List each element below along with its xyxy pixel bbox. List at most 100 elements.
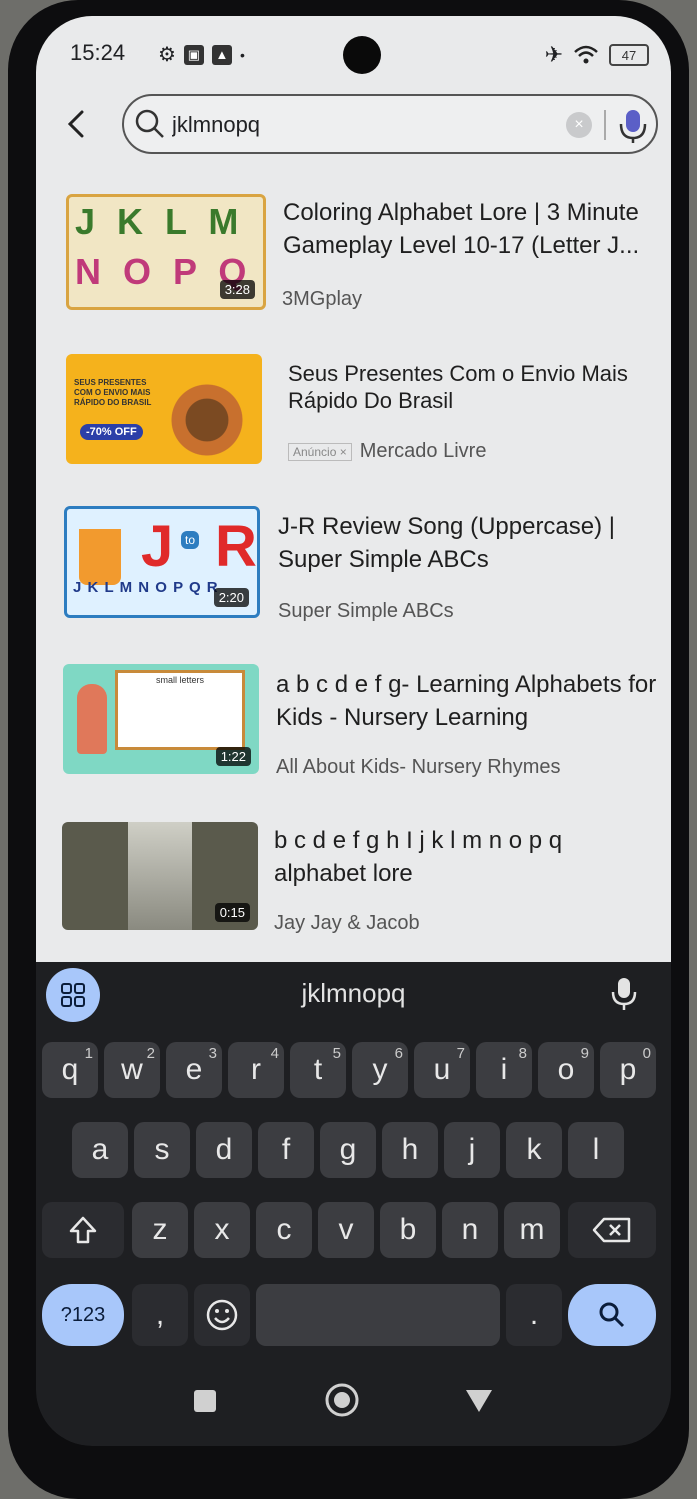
emoji-icon: [206, 1299, 238, 1331]
channel-name[interactable]: 3MGplay: [282, 288, 362, 311]
emoji-key[interactable]: [194, 1284, 250, 1346]
suggestion[interactable]: jklmnopq: [36, 978, 671, 1009]
ad-title[interactable]: Seus Presentes Com o Envio Mais Rápido D…: [288, 360, 671, 414]
home-icon[interactable]: [324, 1382, 360, 1418]
ad-advertiser: Anúncio × Mercado Livre: [288, 440, 486, 463]
thumbnail-letters-top: J K L M: [75, 201, 245, 242]
front-camera: [343, 36, 381, 74]
battery-icon: 47: [609, 44, 649, 66]
key-r[interactable]: r4: [228, 1042, 284, 1098]
thumbnail-to: to: [181, 531, 200, 549]
upload-icon: ▲: [211, 44, 232, 65]
recents-icon[interactable]: [194, 1390, 216, 1412]
ad-thumbnail[interactable]: SEUS PRESENTES COM O ENVIO MAIS RÁPIDO D…: [66, 354, 262, 464]
back-arrow-icon[interactable]: [58, 104, 98, 144]
comma-key[interactable]: ,: [132, 1284, 188, 1346]
status-time: 15:24: [70, 40, 126, 65]
ad-thumbnail-text: SEUS PRESENTES COM O ENVIO MAIS RÁPIDO D…: [74, 378, 152, 407]
juice-glass-image: [79, 529, 121, 585]
video-duration: 1:22: [215, 747, 251, 766]
key-l[interactable]: l: [568, 1122, 624, 1178]
key-j[interactable]: j: [444, 1122, 500, 1178]
screen: 15:24 ⚙ ▣ ▲ • ✈ 47 jklmnopq × J K L M N …: [36, 16, 671, 1446]
airplane-icon: ✈: [544, 42, 563, 67]
key-e[interactable]: e3: [166, 1042, 222, 1098]
backspace-key[interactable]: [568, 1202, 656, 1258]
key-b[interactable]: b: [380, 1202, 436, 1258]
status-right: ✈ 47: [545, 42, 649, 68]
space-key[interactable]: [256, 1284, 500, 1346]
wifi-icon: [574, 45, 598, 64]
search-icon: [599, 1302, 625, 1328]
search-input[interactable]: [170, 106, 554, 144]
teacher-image: [77, 684, 107, 754]
video-thumbnail[interactable]: 0:15: [62, 822, 258, 930]
period-key[interactable]: .: [506, 1284, 562, 1346]
key-a[interactable]: a: [72, 1122, 128, 1178]
backspace-icon: [592, 1217, 631, 1243]
video-thumbnail[interactable]: J to R J K L M N O P Q R 2:20: [64, 506, 260, 618]
ad-thumbnail-discount: -70% OFF: [80, 424, 143, 440]
phone-frame: 15:24 ⚙ ▣ ▲ • ✈ 47 jklmnopq × J K L M N …: [8, 0, 689, 1499]
video-title[interactable]: Coloring Alphabet Lore | 3 Minute Gamepl…: [283, 196, 668, 262]
key-n[interactable]: n: [442, 1202, 498, 1258]
channel-name[interactable]: Jay Jay & Jacob: [274, 912, 420, 935]
key-v[interactable]: v: [318, 1202, 374, 1258]
back-icon[interactable]: [464, 1388, 494, 1414]
channel-name[interactable]: Super Simple ABCs: [278, 600, 454, 623]
keyboard: jklmnopq q1 w2 e3 r4 t5 y6 u7 i8 o9 p0 a…: [36, 962, 671, 1446]
thumbnail-video-frame: [128, 822, 192, 930]
key-c[interactable]: c: [256, 1202, 312, 1258]
video-title[interactable]: J-R Review Song (Uppercase) | Super Simp…: [278, 510, 663, 576]
key-u[interactable]: u7: [414, 1042, 470, 1098]
key-s[interactable]: s: [134, 1122, 190, 1178]
key-f[interactable]: f: [258, 1122, 314, 1178]
advertiser-name[interactable]: Mercado Livre: [360, 440, 487, 462]
channel-name[interactable]: All About Kids- Nursery Rhymes: [276, 756, 561, 779]
keyboard-toolbar: jklmnopq: [36, 962, 671, 1026]
navigation-bar: [36, 1370, 671, 1440]
ad-badge[interactable]: Anúncio ×: [288, 442, 352, 461]
status-icons: ⚙ ▣ ▲ •: [158, 42, 245, 67]
gear-icon: ⚙: [158, 44, 176, 66]
key-z[interactable]: z: [132, 1202, 188, 1258]
thumbnail-big-letter-2: R: [215, 514, 257, 579]
key-d[interactable]: d: [196, 1122, 252, 1178]
thumbnail-board-title: small letters: [155, 675, 204, 685]
video-title[interactable]: b c d e f g h I j k l m n o p q alphabet…: [274, 824, 659, 890]
key-w[interactable]: w2: [104, 1042, 160, 1098]
microphone-icon[interactable]: [610, 976, 638, 1012]
youtube-search-results: 15:24 ⚙ ▣ ▲ • ✈ 47 jklmnopq × J K L M N …: [36, 16, 671, 962]
gift-pile-image: [162, 366, 252, 456]
key-t[interactable]: t5: [290, 1042, 346, 1098]
voice-search-icon[interactable]: [616, 106, 650, 144]
video-duration: 0:15: [214, 903, 250, 922]
key-h[interactable]: h: [382, 1122, 438, 1178]
video-duration: 3:28: [219, 280, 255, 299]
video-title[interactable]: a b c d e f g- Learning Alphabets for Ki…: [276, 668, 661, 734]
key-m[interactable]: m: [504, 1202, 560, 1258]
gallery-icon: ▣: [183, 44, 204, 65]
key-q[interactable]: q1: [42, 1042, 98, 1098]
divider: [604, 110, 606, 140]
dot-icon: •: [239, 46, 245, 63]
video-thumbnail[interactable]: small letters 1:22: [63, 664, 259, 774]
key-k[interactable]: k: [506, 1122, 562, 1178]
shift-key[interactable]: [42, 1202, 124, 1258]
thumbnail-letter-row: J K L M N O P Q R: [73, 579, 219, 596]
key-p[interactable]: p0: [600, 1042, 656, 1098]
shift-icon: [69, 1216, 97, 1244]
thumbnail-big-letter: J: [141, 514, 174, 579]
key-o[interactable]: o9: [538, 1042, 594, 1098]
key-g[interactable]: g: [320, 1122, 376, 1178]
search-bar[interactable]: ×: [122, 94, 658, 154]
search-icon: [135, 109, 164, 138]
key-i[interactable]: i8: [476, 1042, 532, 1098]
key-x[interactable]: x: [194, 1202, 250, 1258]
search-key[interactable]: [568, 1284, 656, 1346]
video-thumbnail[interactable]: J K L M N O P Q 3:28: [66, 194, 266, 310]
thumbnail-whiteboard: small letters: [115, 670, 245, 750]
clear-search-icon[interactable]: ×: [566, 112, 592, 138]
symbols-key[interactable]: ?123: [42, 1284, 124, 1346]
key-y[interactable]: y6: [352, 1042, 408, 1098]
